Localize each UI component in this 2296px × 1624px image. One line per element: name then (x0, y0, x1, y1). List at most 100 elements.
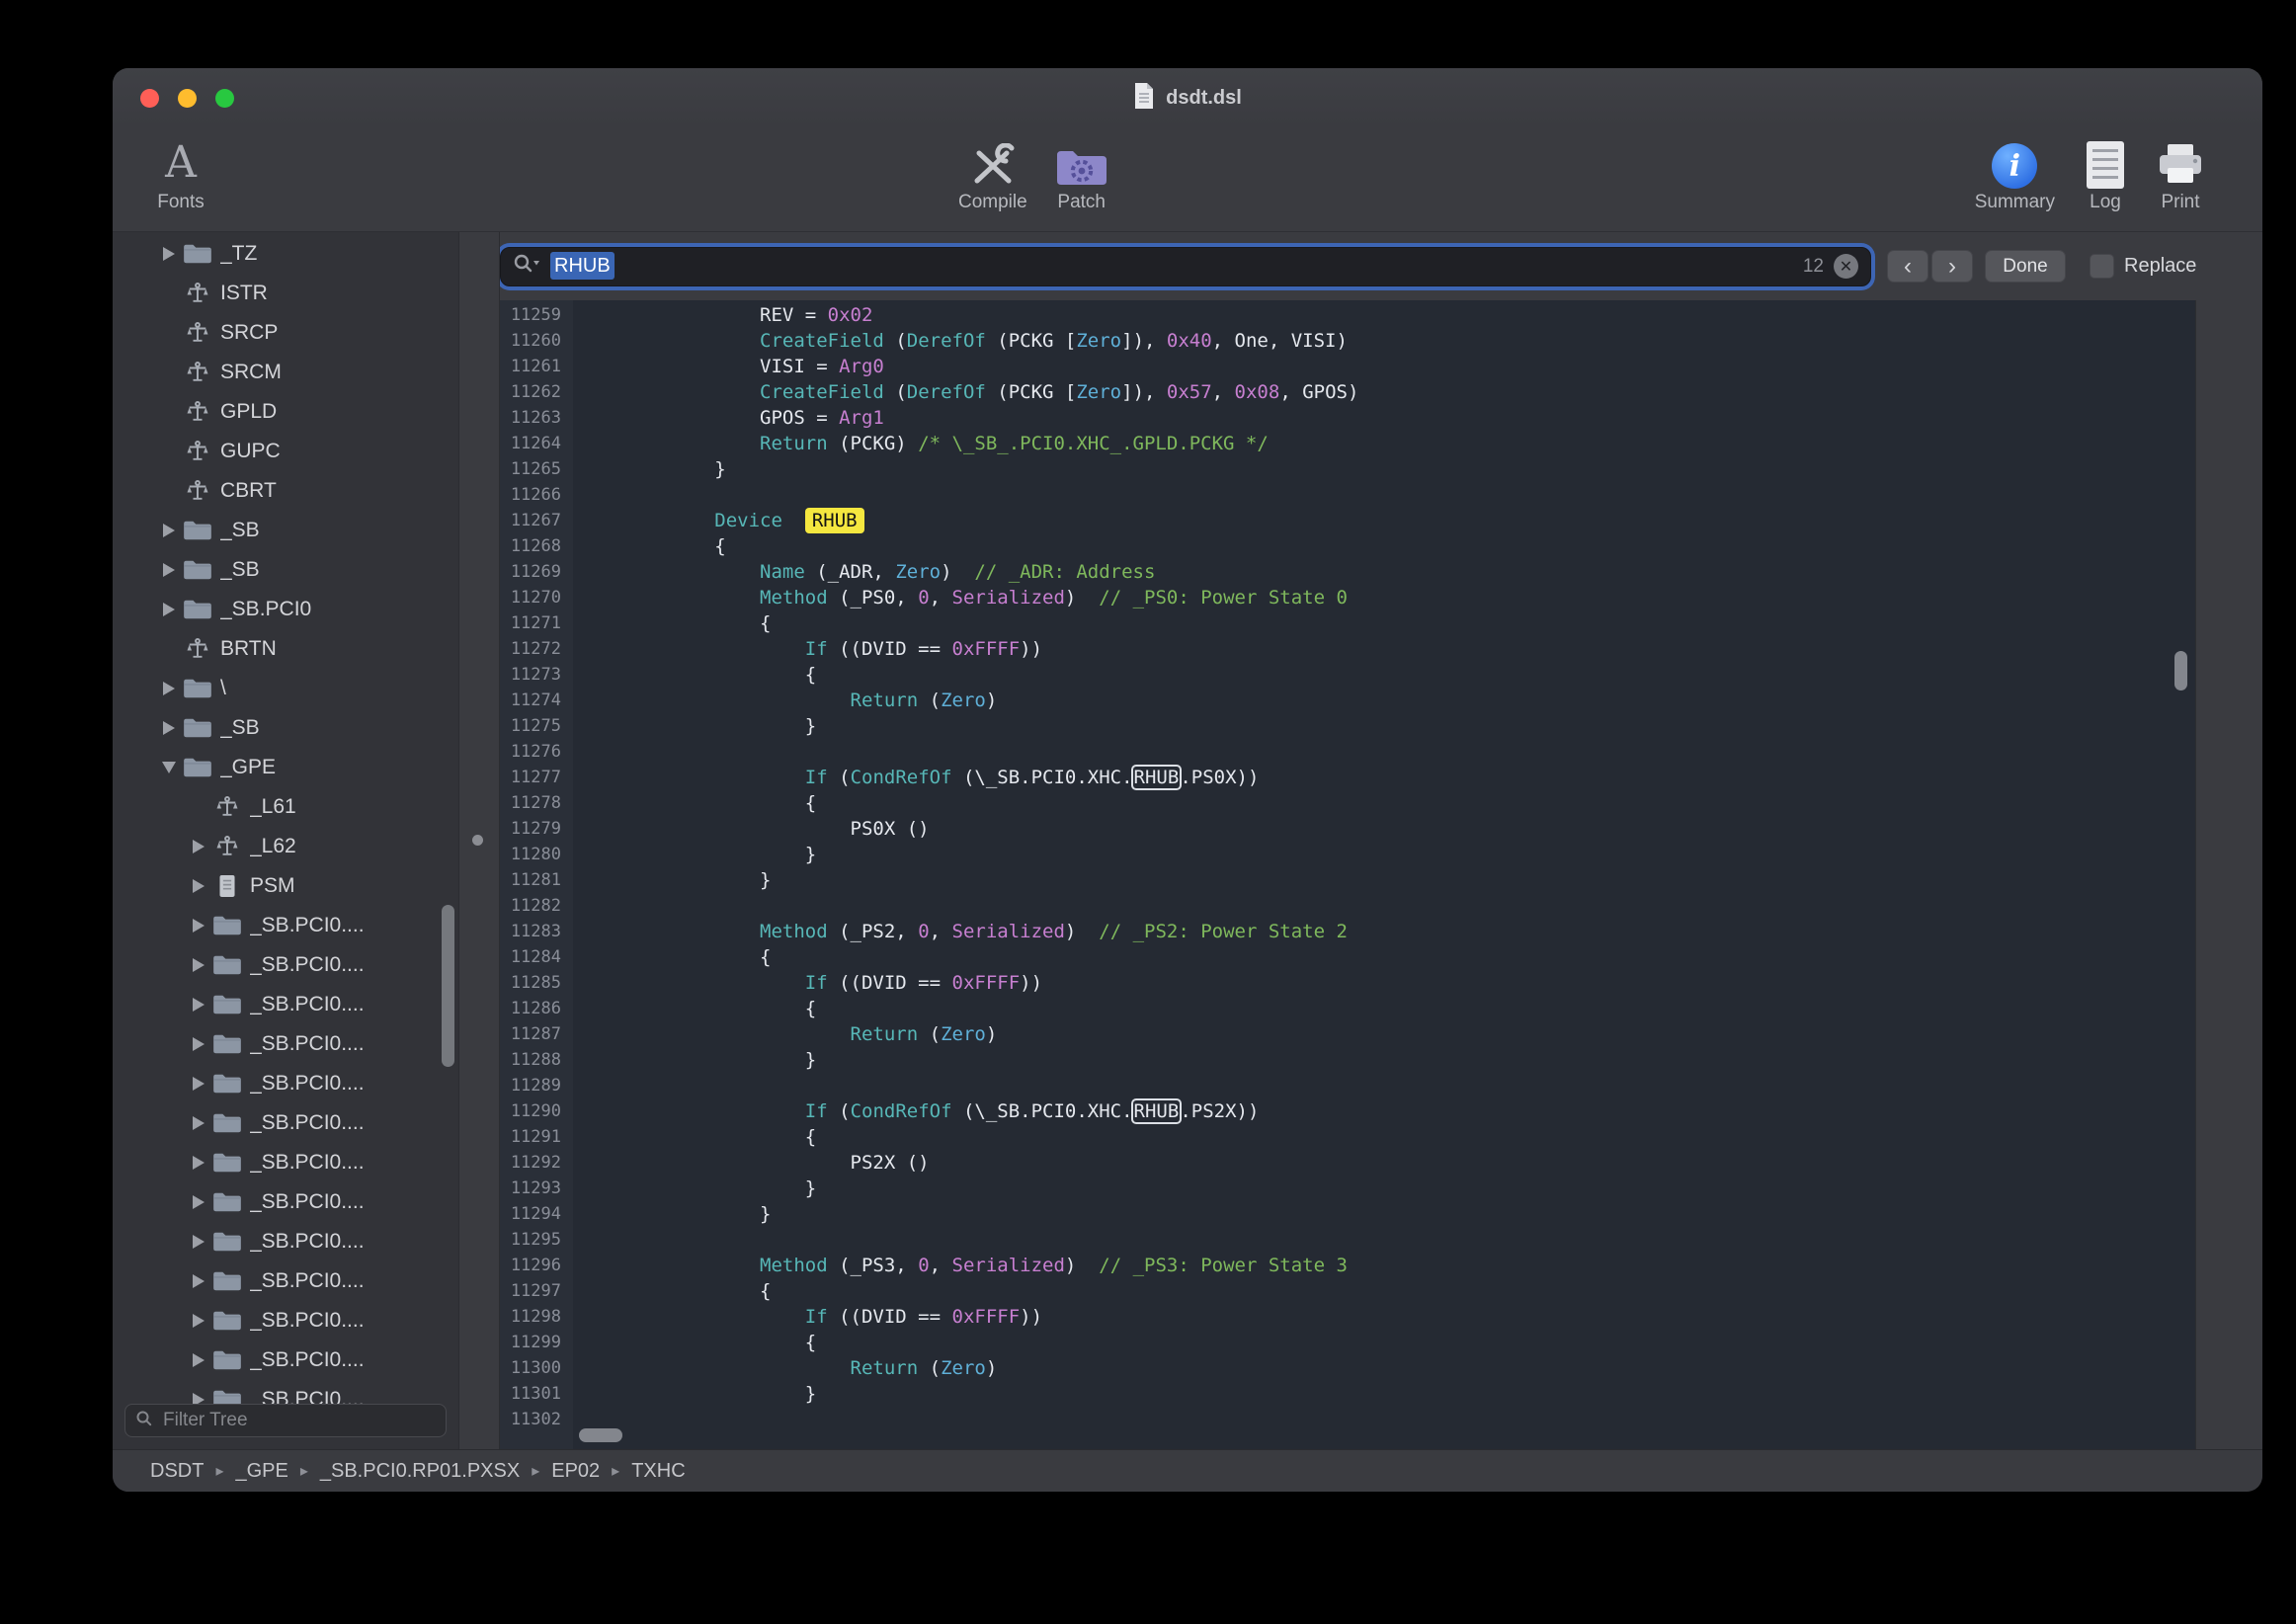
tree-item-label: ISTR (220, 282, 268, 305)
titlebar[interactable]: dsdt.dsl (113, 68, 2262, 127)
disclosure-right-icon[interactable] (186, 1116, 211, 1130)
tree-item[interactable]: _SB.PCI0.... (113, 1143, 458, 1182)
tree-item[interactable]: \ (113, 669, 458, 708)
tree-item[interactable]: BRTN (113, 629, 458, 669)
horizontal-scrollbar-thumb[interactable] (579, 1428, 622, 1442)
line-number: 11295 (500, 1227, 561, 1253)
disclosure-right-icon[interactable] (186, 958, 211, 972)
code-line: 11273 { (500, 662, 2195, 688)
breadcrumb-item[interactable]: TXHC (631, 1460, 685, 1483)
code-text: Method (_PS0, 0, Serialized) // _PS0: Po… (579, 585, 1348, 610)
tree-item[interactable]: PSM (113, 866, 458, 906)
line-number: 11283 (500, 919, 561, 944)
disclosure-right-icon[interactable] (156, 247, 182, 261)
tree-item[interactable]: _SB.PCI0 (113, 590, 458, 629)
disclosure-right-icon[interactable] (156, 721, 182, 735)
code-text: } (579, 713, 816, 739)
tree-item-label: GUPC (220, 440, 281, 463)
vertical-scrollbar-thumb[interactable] (2174, 651, 2187, 690)
print-button[interactable]: Print (2156, 133, 2205, 213)
tree-item[interactable]: _SB.PCI0.... (113, 1103, 458, 1143)
folder-icon (211, 914, 243, 937)
log-button[interactable]: Log (2087, 133, 2124, 213)
splitter[interactable] (458, 232, 500, 1449)
tree-item[interactable]: _SB (113, 511, 458, 550)
disclosure-right-icon[interactable] (186, 1077, 211, 1091)
tree-item[interactable]: _L61 (113, 787, 458, 827)
tree-item[interactable]: _GPE (113, 748, 458, 787)
tree-item[interactable]: ISTR (113, 274, 458, 313)
disclosure-right-icon[interactable] (186, 879, 211, 893)
code-line: 11264 Return (PCKG) /* \_SB_.PCI0.XHC_.G… (500, 431, 2195, 456)
tree-item[interactable]: _TZ (113, 234, 458, 274)
disclosure-right-icon[interactable] (156, 524, 182, 537)
disclosure-right-icon[interactable] (186, 998, 211, 1012)
disclosure-right-icon[interactable] (186, 1353, 211, 1367)
tree-item[interactable]: _SB (113, 708, 458, 748)
tree-item[interactable]: _SB (113, 550, 458, 590)
disclosure-right-icon[interactable] (156, 563, 182, 577)
disclosure-right-icon[interactable] (156, 603, 182, 616)
breadcrumb-item[interactable]: EP02 (551, 1460, 600, 1483)
compile-button[interactable]: Compile (958, 133, 1027, 213)
find-search-input[interactable]: RHUB 12 ✕ (500, 247, 1871, 286)
line-number: 11290 (500, 1098, 561, 1124)
disclosure-right-icon[interactable] (186, 1156, 211, 1170)
disclosure-right-icon[interactable] (186, 1314, 211, 1328)
code-text: If (CondRefOf (\_SB.PCI0.XHC.RHUB.PS0X)) (579, 765, 1259, 790)
find-next-button[interactable]: › (1931, 250, 1973, 283)
tree-item[interactable]: _SB.PCI0.... (113, 1182, 458, 1222)
splitter-handle-icon[interactable] (472, 835, 483, 846)
tree-item[interactable]: _SB.PCI0.... (113, 1064, 458, 1103)
disclosure-right-icon[interactable] (156, 682, 182, 695)
breadcrumb-item[interactable]: _SB.PCI0.RP01.PXSX (320, 1460, 520, 1483)
code-text: VISI = Arg0 (579, 354, 884, 379)
tree-item[interactable]: _SB.PCI0.... (113, 1261, 458, 1301)
tree-item[interactable]: _SB.PCI0.... (113, 1301, 458, 1340)
filter-tree-input[interactable] (161, 1409, 436, 1432)
sidebar-scrollbar-thumb[interactable] (442, 905, 454, 1067)
disclosure-right-icon[interactable] (186, 919, 211, 933)
tree-item[interactable]: _SB.PCI0.... (113, 906, 458, 945)
tree-item[interactable]: _SB.PCI0.... (113, 1340, 458, 1380)
find-previous-button[interactable]: ‹ (1887, 250, 1928, 283)
tree-item[interactable]: _SB.PCI0.... (113, 985, 458, 1024)
done-button[interactable]: Done (1985, 250, 2066, 283)
tree-item-label: _GPE (220, 756, 276, 779)
disclosure-right-icon[interactable] (186, 1195, 211, 1209)
code-line: 11261 VISI = Arg0 (500, 354, 2195, 379)
breadcrumb-item[interactable]: DSDT (150, 1460, 204, 1483)
filter-field[interactable] (124, 1404, 447, 1437)
tree-item[interactable]: SRCP (113, 313, 458, 353)
line-number: 11300 (500, 1355, 561, 1381)
tree-item-label: PSM (250, 874, 295, 898)
folder-icon (211, 953, 243, 977)
summary-label: Summary (1975, 192, 2055, 213)
tree-item[interactable]: _SB.PCI0.... (113, 1024, 458, 1064)
code-editor[interactable]: 11259 REV = 0x0211260 CreateField (Deref… (500, 300, 2195, 1449)
search-magnifier-icon[interactable] (513, 253, 540, 280)
summary-button[interactable]: i Summary (1975, 133, 2055, 213)
tree-item[interactable]: _SB.PCI0.... (113, 1222, 458, 1261)
fonts-button[interactable]: A Fonts (136, 133, 225, 213)
code-line: 11289 (500, 1073, 2195, 1098)
disclosure-down-icon[interactable] (156, 762, 182, 773)
tree-item[interactable]: _L62 (113, 827, 458, 866)
line-number: 11301 (500, 1381, 561, 1407)
tree-item[interactable]: _SB.PCI0.... (113, 945, 458, 985)
disclosure-right-icon[interactable] (186, 1235, 211, 1249)
disclosure-right-icon[interactable] (186, 1274, 211, 1288)
tree-item[interactable]: CBRT (113, 471, 458, 511)
tree-item[interactable]: SRCM (113, 353, 458, 392)
replace-checkbox[interactable] (2090, 254, 2114, 279)
disclosure-right-icon[interactable] (186, 1037, 211, 1051)
tree-item[interactable]: GUPC (113, 432, 458, 471)
line-number: 11267 (500, 508, 561, 533)
code-text: } (579, 456, 726, 482)
tree-item[interactable]: GPLD (113, 392, 458, 432)
clear-search-icon[interactable]: ✕ (1834, 254, 1858, 279)
breadcrumb-item[interactable]: _GPE (235, 1460, 287, 1483)
disclosure-right-icon[interactable] (186, 840, 211, 853)
patch-button[interactable]: Patch (1055, 133, 1108, 213)
replace-toggle: Replace (2090, 254, 2196, 279)
